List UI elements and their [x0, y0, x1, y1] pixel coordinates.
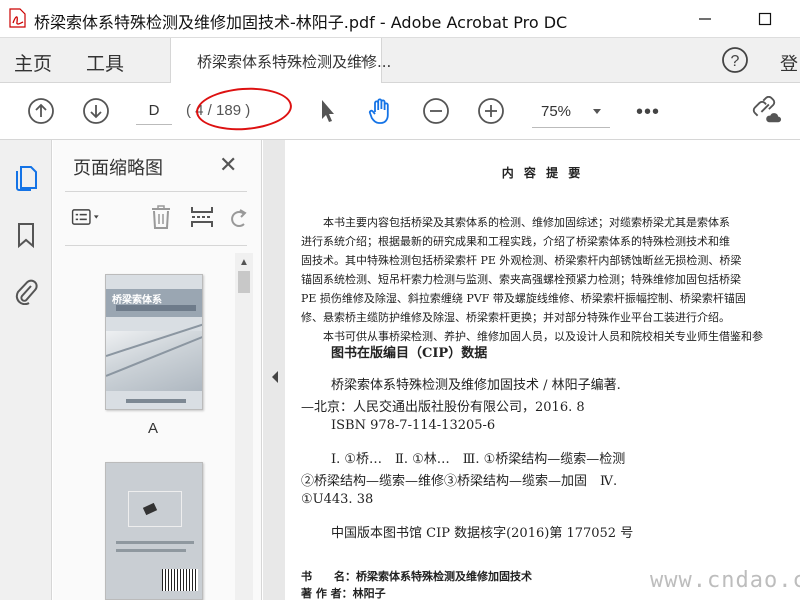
cip-title: 图书在版编目（CIP）数据	[331, 346, 488, 361]
maximize-icon	[758, 12, 772, 26]
zoom-field-underline	[532, 127, 610, 128]
book-name-line: 书 名：桥梁索体系特殊检测及维修加固技术	[301, 570, 532, 583]
cover-title: 桥梁索体系	[112, 295, 162, 306]
delete-page-button[interactable]	[146, 202, 176, 232]
cover-publisher-bar	[126, 399, 186, 403]
barcode	[162, 569, 198, 591]
panel-divider	[65, 245, 247, 246]
page-thumbnails-icon	[16, 166, 37, 191]
menu-tab-bar: 主页 工具 桥梁索体系特殊检测及维修... × ? 登	[0, 38, 800, 83]
close-icon[interactable]: ✕	[219, 152, 237, 178]
zoom-out-button[interactable]	[421, 96, 451, 126]
document-tab[interactable]: 桥梁索体系特殊检测及维修... ×	[170, 38, 391, 83]
next-page-button[interactable]	[81, 96, 111, 126]
summary-line: 本书主要内容包括桥梁及其索体系的检测、维修加固综述；对缆索桥梁尤其是索体系	[323, 216, 730, 229]
prev-page-button[interactable]	[26, 96, 56, 126]
summary-line: PE 损伤维修及除湿、斜拉索缠绕 PVF 带及螺旋线维修、桥梁索杆振幅控制、桥梁…	[301, 292, 746, 305]
summary-line: 进行系统介绍；根据最新的研究成果和工程实践，介绍了桥梁索体系的特殊检测技术和维	[301, 235, 730, 248]
cip-line: ISBN 978-7-114-13205-6	[331, 418, 496, 433]
scroll-thumb[interactable]	[238, 271, 250, 293]
title-bar: 桥梁索体系特殊检测及维修加固技术-林阳子.pdf - Adobe Acrobat…	[0, 0, 800, 38]
summary-line: 固技术。其中特殊检测包括桥梁索杆 PE 外观检测、桥梁索杆内部锈蚀断丝无损检测、…	[301, 254, 742, 267]
maximize-button[interactable]	[750, 4, 780, 34]
cip-line: Ⅰ. ①桥… Ⅱ. ①林… Ⅲ. ①桥梁结构—缆索—检测	[331, 452, 626, 467]
thumbnail-options-button[interactable]	[71, 202, 101, 232]
author-line: 著 作 者：林阳子	[301, 587, 386, 600]
panel-divider	[65, 191, 247, 192]
scroll-up-icon[interactable]: ▲	[239, 257, 249, 268]
page-thumbnails-button[interactable]	[11, 162, 41, 192]
cip-line: 桥梁索体系特殊检测及维修加固技术 / 林阳子编著.	[331, 378, 621, 393]
rotate-page-button[interactable]	[225, 202, 255, 232]
summary-line: 锚固系统检测、短吊杆索力检测与监测、索夹高强螺栓预紧力检测；特殊维修加固包括桥梁	[301, 273, 741, 286]
cursor-arrow-icon	[322, 100, 334, 122]
sign-in-link[interactable]: 登	[780, 50, 798, 76]
site-watermark: www.cndao.com	[650, 568, 800, 593]
minimize-button[interactable]	[690, 4, 720, 34]
acrobat-pdf-icon	[9, 8, 26, 28]
question-circle-icon[interactable]: ?	[720, 45, 750, 75]
page-thumbnail[interactable]	[105, 462, 203, 600]
back-cover-text	[116, 541, 194, 544]
menu-home[interactable]: 主页	[14, 49, 52, 76]
select-tool-button[interactable]	[312, 96, 342, 126]
rotate-icon	[231, 209, 247, 227]
thumbnail-label: A	[148, 420, 159, 437]
cip-line: ①U443. 38	[301, 492, 374, 507]
insert-page-icon	[191, 207, 213, 227]
document-view[interactable]: 内 容 提 要 本书主要内容包括桥梁及其索体系的检测、维修加固综述；对缆索桥梁尤…	[263, 140, 800, 600]
main-toolbar: ( 4 / 189 ) 75% •••	[0, 83, 800, 140]
minimize-icon	[699, 18, 711, 20]
zoom-in-button[interactable]	[476, 96, 506, 126]
panel-title: 页面缩略图	[73, 158, 163, 179]
back-cover-text	[116, 549, 186, 552]
bookmark-icon	[18, 223, 34, 249]
left-navigation-rail	[0, 140, 52, 600]
cip-line: —北京：人民交通出版社股份有限公司，2016. 8	[301, 400, 585, 415]
collapse-panel-icon[interactable]	[270, 370, 280, 384]
share-link-button[interactable]	[752, 96, 782, 126]
hand-pan-icon	[368, 98, 389, 124]
list-options-icon	[71, 209, 99, 225]
page-number-input[interactable]	[136, 97, 172, 125]
hand-tool-button[interactable]	[366, 96, 396, 126]
pdf-page: 内 容 提 要 本书主要内容包括桥梁及其索体系的检测、维修加固综述；对缆索桥梁尤…	[285, 140, 800, 600]
thumbnail-scrollbar[interactable]: ▲	[235, 253, 253, 600]
plus-circle-icon	[478, 98, 504, 124]
bookmarks-button[interactable]	[11, 220, 41, 250]
zoom-level[interactable]: 75%	[541, 103, 571, 120]
attachments-button[interactable]	[11, 276, 41, 306]
window-title: 桥梁索体系特殊检测及维修加固技术-林阳子.pdf - Adobe Acrobat…	[34, 13, 568, 32]
page-thumbnails-panel: 页面缩略图 ✕ ▲ 桥梁索体系 A	[53, 140, 262, 600]
arrow-up-circle-icon	[28, 98, 54, 124]
page-thumbnail[interactable]: 桥梁索体系	[105, 274, 203, 410]
minus-circle-icon	[423, 98, 449, 124]
trash-icon	[152, 205, 170, 229]
summary-line: 修、悬索桥主缆防护维修及除湿、桥梁索杆更换；并对部分特殊作业平台工装进行介绍。	[301, 311, 730, 324]
chevron-down-icon[interactable]	[590, 104, 604, 118]
cip-line: 中国版本图书馆 CIP 数据核字(2016)第 177052 号	[331, 526, 634, 541]
more-tools-button[interactable]: •••	[636, 101, 660, 124]
cip-line: ②桥梁结构—缆索—维修③桥梁结构—缆索—加固 Ⅳ.	[301, 474, 618, 489]
arrow-down-circle-icon	[83, 98, 109, 124]
paperclip-icon	[15, 279, 38, 305]
menu-tools[interactable]: 工具	[86, 49, 124, 76]
page-heading: 内 容 提 要	[501, 166, 584, 180]
tab-close-icon[interactable]: ×	[360, 51, 369, 68]
link-cloud-icon	[752, 96, 782, 123]
cover-subtitle-bar	[116, 305, 196, 311]
svg-text:?: ?	[731, 53, 740, 70]
insert-page-button[interactable]	[187, 202, 217, 232]
